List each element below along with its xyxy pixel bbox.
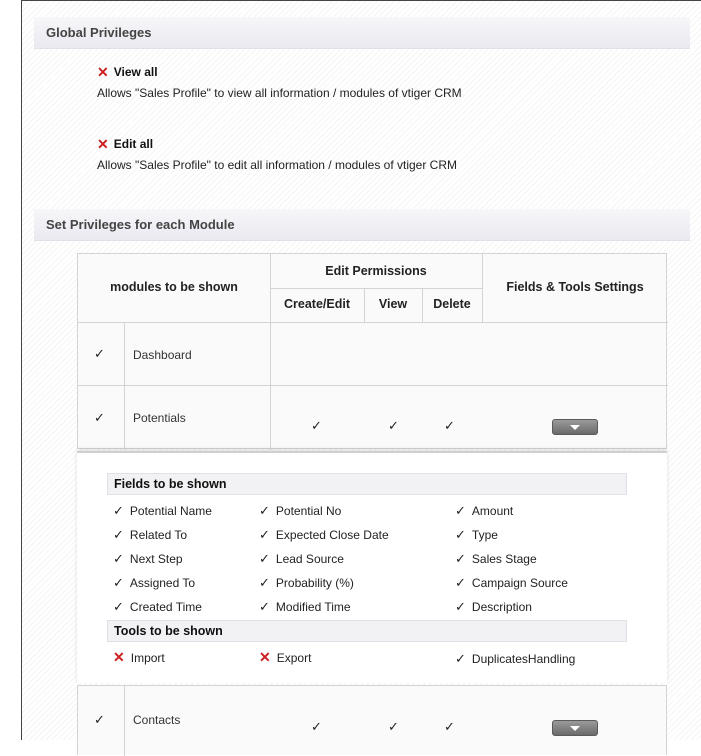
field-item: ✓ Created Time [113,599,202,614]
check-icon[interactable]: ✓ [259,575,270,590]
profile-privileges-frame: Global Privileges ✕ View all Allows "Sal… [21,0,701,756]
check-icon[interactable]: ✓ [455,651,466,666]
divider [422,288,423,322]
field-item: ✓ Related To [113,527,188,542]
fields-tools-dropdown-button[interactable] [552,720,598,736]
view-header: View [378,297,408,311]
delete-header: Delete [433,297,471,311]
check-icon[interactable]: ✓ [455,503,466,518]
privilege-view-all: ✕ View all Allows "Sales Profile" to vie… [97,65,462,100]
field-item: ✓ Lead Source [259,551,344,566]
cross-icon[interactable]: ✕ [97,65,109,79]
fields-tools-panel: Fields to be shown ✓ Potential Name ✓ Rela… [77,451,667,683]
tool-item: ✕ Import [113,649,165,665]
cross-icon[interactable]: ✕ [113,649,125,665]
check-icon[interactable]: ✓ [94,346,105,362]
check-icon[interactable]: ✓ [444,719,455,735]
check-icon[interactable]: ✓ [113,599,124,614]
module-name: Potentials [133,411,186,425]
module-row-contacts: ✓ Contacts ✓ ✓ ✓ [77,685,667,756]
privilege-description: Allows "Sales Profile" to view all infor… [97,86,462,100]
field-item: ✓ Expected Close Date [259,527,389,542]
field-item: ✓ Type [455,527,498,542]
field-item: ✓ Sales Stage [455,551,537,566]
check-icon[interactable]: ✓ [259,551,270,566]
divider [270,288,482,289]
field-item: ✓ Next Step [113,551,183,566]
cross-icon[interactable]: ✕ [97,137,109,151]
check-icon[interactable]: ✓ [113,527,124,542]
field-item: ✓ Description [455,599,532,614]
check-icon[interactable]: ✓ [455,527,466,542]
tools-section-title: Tools to be shown [107,620,627,642]
privilege-description: Allows "Sales Profile" to edit all infor… [97,158,457,172]
check-icon[interactable]: ✓ [94,410,105,426]
divider [364,288,365,322]
chevron-down-icon [570,725,580,731]
cross-icon[interactable]: ✕ [259,649,271,665]
check-icon[interactable]: ✓ [259,503,270,518]
module-name: Dashboard [133,348,192,362]
check-icon[interactable]: ✓ [311,418,322,434]
check-icon[interactable]: ✓ [388,719,399,735]
divider [78,322,668,323]
module-privileges-header: Set Privileges for each Module [34,209,690,241]
field-item: ✓ Potential Name [113,503,212,518]
check-icon[interactable]: ✓ [113,551,124,566]
module-privileges-title: Set Privileges for each Module [46,217,235,232]
tool-item: ✕ Export [259,649,312,665]
module-permissions-table: modules to be shown Edit Permissions Cre… [77,253,668,450]
check-icon[interactable]: ✓ [259,599,270,614]
global-privileges-header: Global Privileges [34,17,690,49]
fields-section-title: Fields to be shown [107,473,627,495]
check-icon[interactable]: ✓ [388,418,399,434]
check-icon[interactable]: ✓ [311,719,322,735]
field-item: ✓ Modified Time [259,599,351,614]
check-icon[interactable]: ✓ [455,551,466,566]
chevron-down-icon [570,424,580,430]
check-icon[interactable]: ✓ [113,503,124,518]
check-icon[interactable]: ✓ [259,527,270,542]
field-item: ✓ Campaign Source [455,575,568,590]
modules-column-header: modules to be shown [110,280,238,294]
check-icon[interactable]: ✓ [113,575,124,590]
check-icon[interactable]: ✓ [455,575,466,590]
divider [124,322,125,450]
privilege-label: Edit all [113,137,154,151]
module-name: Contacts [133,713,181,727]
field-item: ✓ Probability (%) [259,575,354,590]
field-item: ✓ Potential No [259,503,342,518]
divider [482,254,483,322]
tool-item: ✓ DuplicatesHandling [455,651,576,666]
privilege-edit-all: ✕ Edit all Allows "Sales Profile" to edi… [97,137,457,172]
field-item: ✓ Assigned To [113,575,196,590]
divider [124,686,125,756]
divider [78,385,668,386]
privilege-label: View all [113,65,158,79]
edit-permissions-header: Edit Permissions [325,264,427,278]
fields-tools-dropdown-button[interactable] [552,419,598,435]
fields-tools-header: Fields & Tools Settings [506,280,644,294]
create-edit-header: Create/Edit [284,297,350,311]
check-icon[interactable]: ✓ [455,599,466,614]
check-icon[interactable]: ✓ [94,712,105,728]
global-privileges-title: Global Privileges [46,25,152,40]
field-item: ✓ Amount [455,503,514,518]
check-icon[interactable]: ✓ [444,418,455,434]
